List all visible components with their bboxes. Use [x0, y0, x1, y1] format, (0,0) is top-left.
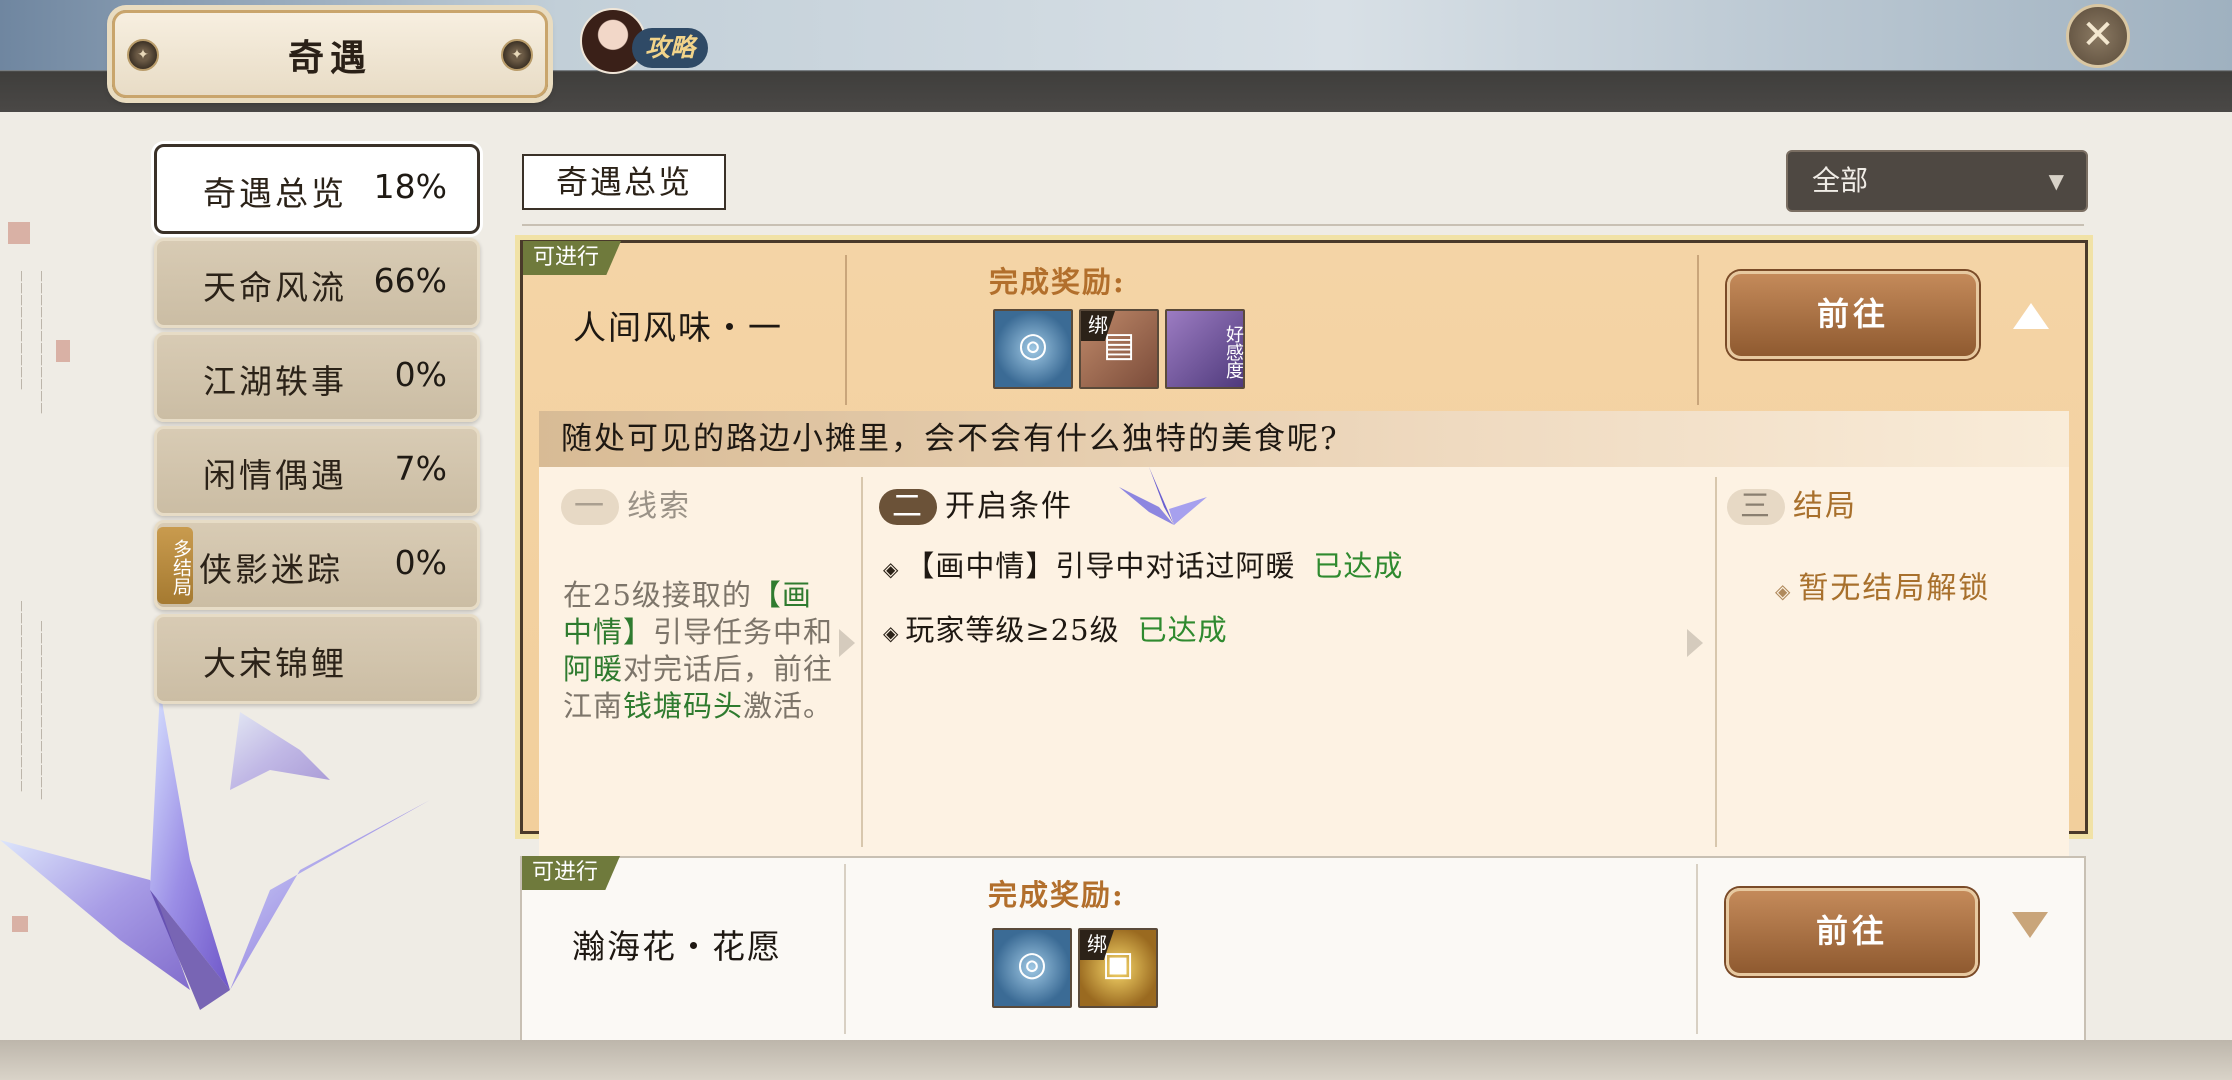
reward-item-chest[interactable]: ▣ 绑 [1078, 928, 1158, 1008]
step-conditions-header: 二开启条件 [879, 481, 1073, 525]
status-badge: 可进行 [522, 856, 621, 890]
nav-item-percent: 7% [394, 449, 447, 488]
quest-detail-panel: 一线索 在25级接取的【画中情】引导任务中和阿暖对完话后，前往江南钱塘码头激活。… [539, 467, 2069, 857]
quest-description: 随处可见的路边小摊里，会不会有什么独特的美食呢? [539, 411, 2069, 467]
divider [1715, 477, 1717, 847]
divider [522, 224, 2084, 226]
quest-card: 可进行 人间风味・一 完成奖励: ◎ ▤ 绑 好感度 前往 随处可见的路边小摊里… [520, 240, 2088, 857]
go-button[interactable]: 前往 [1726, 888, 1978, 976]
filter-dropdown[interactable]: 全部 ▼ [1786, 150, 2088, 212]
close-icon: ✕ [2081, 12, 2115, 58]
paper-crane-icon [1119, 467, 1207, 525]
arrow-right-icon [839, 629, 855, 657]
divider [1696, 864, 1698, 1034]
page-title: 奇遇 [287, 37, 372, 79]
step-title: 线索 [627, 489, 691, 524]
clue-text: 在25级接取的【画中情】引导任务中和阿暖对完话后，前往江南钱塘码头激活。 [563, 577, 839, 725]
reward-label: 完成奖励: [989, 265, 1126, 299]
nav-item-anecdotes[interactable]: 江湖轶事 0% [154, 332, 480, 422]
clue-text-part: 在25级接取的 [563, 578, 752, 612]
step-number: 二 [879, 489, 937, 525]
token-icon: ◎ [1017, 944, 1047, 984]
step-number: 三 [1727, 489, 1785, 525]
condition-status: 已达成 [1137, 613, 1228, 647]
condition-item: ◈ 【画中情】引导中对话过阿暖 已达成 [883, 543, 1403, 585]
divider [1697, 255, 1699, 405]
clue-highlight: 阿暖 [563, 652, 624, 686]
condition-item: ◈ 玩家等级≥25级 已达成 [883, 607, 1228, 649]
nav-item-label: 大宋锦鲤 [203, 644, 347, 683]
nav-item-percent: 18% [373, 167, 447, 206]
seal-stamp-icon [8, 222, 30, 244]
clue-highlight: 钱塘码头 [623, 689, 744, 723]
clue-text-part: 激活。 [743, 689, 834, 723]
nav-item-leisure[interactable]: 闲情偶遇 7% [154, 426, 480, 516]
nav-item-percent: 0% [394, 543, 447, 582]
reward-item-favor[interactable]: 好感度 [1165, 309, 1245, 389]
seal-stamp-icon [56, 340, 70, 362]
divider [861, 477, 863, 847]
diamond-bullet-icon: ◈ [1775, 579, 1793, 603]
paper-crane-decoration [0, 690, 430, 1010]
quest-name: 瀚海花・花愿 [572, 927, 782, 966]
guide-button[interactable]: 攻略 [580, 8, 710, 74]
condition-text: 【画中情】引导中对话过阿暖 [905, 549, 1296, 583]
token-icon: ◎ [1018, 325, 1048, 365]
nav-item-label: 闲情偶遇 [203, 456, 347, 495]
nav-item-destiny[interactable]: 天命风流 66% [154, 238, 480, 328]
step-ending-header: 三结局 [1727, 481, 1857, 525]
arrow-right-icon [1687, 629, 1703, 657]
reward-item-book[interactable]: ▤ 绑 [1079, 309, 1159, 389]
nav-item-label: 奇遇总览 [203, 174, 347, 213]
nav-item-percent: 66% [373, 261, 447, 300]
ending-text: ◈ 暂无结局解锁 [1775, 563, 1990, 607]
condition-text: 玩家等级≥25级 [905, 613, 1120, 647]
expand-arrow-icon[interactable] [2012, 912, 2048, 938]
ornament-right-icon: ✦ [501, 39, 533, 71]
condition-status: 已达成 [1313, 549, 1404, 583]
quest-name: 人间风味・一 [573, 308, 783, 347]
nav-item-label: 侠影迷踪 [199, 550, 343, 589]
clue-text-part: 引导任务中和 [653, 615, 834, 649]
chevron-down-icon: ▼ [2048, 169, 2064, 193]
page-title-tab: ✦ 奇遇 ✦ [112, 10, 548, 98]
step-title: 结局 [1793, 489, 1857, 524]
filter-value: 全部 [1812, 164, 1869, 197]
nav-item-label: 天命风流 [203, 268, 347, 307]
quest-card: 可进行 瀚海花・花愿 完成奖励: ◎ ▣ 绑 前往 [520, 856, 2086, 1044]
step-title: 开启条件 [945, 489, 1073, 524]
step-number: 一 [561, 489, 619, 525]
diamond-bullet-icon: ◈ [883, 621, 900, 645]
diamond-bullet-icon: ◈ [883, 557, 900, 581]
multi-ending-tag: 多结局 [157, 527, 193, 604]
close-button[interactable]: ✕ [2066, 4, 2130, 68]
nav-item-label: 江湖轶事 [203, 362, 347, 401]
nav-item-koi[interactable]: 大宋锦鲤 [154, 614, 480, 704]
favor-icon: 好感度 [1223, 325, 1244, 379]
step-clue-header: 一线索 [561, 481, 691, 525]
reward-item-token[interactable]: ◎ [992, 928, 1072, 1008]
bottom-border [0, 1040, 2232, 1080]
status-badge: 可进行 [523, 241, 622, 275]
ending-status: 暂无结局解锁 [1798, 571, 1991, 606]
guide-label: 攻略 [632, 28, 708, 68]
divider [844, 864, 846, 1034]
reward-item-token[interactable]: ◎ [993, 309, 1073, 389]
divider [845, 255, 847, 405]
go-button[interactable]: 前往 [1727, 271, 1979, 359]
collapse-arrow-icon[interactable] [2013, 303, 2049, 329]
nav-item-hero-trail[interactable]: 多结局 侠影迷踪 0% [154, 520, 480, 610]
section-tab-overview[interactable]: 奇遇总览 [522, 154, 726, 210]
reward-label: 完成奖励: [988, 878, 1125, 912]
nav-item-overview[interactable]: 奇遇总览 18% [154, 144, 480, 234]
nav-item-percent: 0% [394, 355, 447, 394]
